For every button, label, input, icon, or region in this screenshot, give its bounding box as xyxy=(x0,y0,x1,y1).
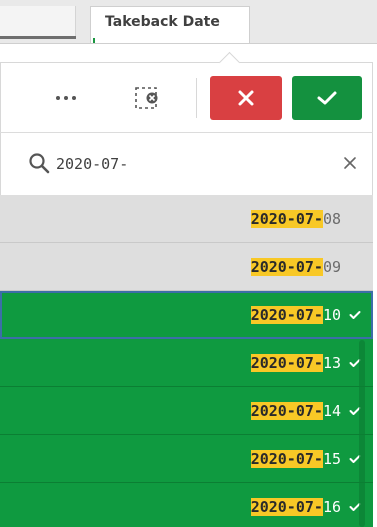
tab-takeback-date[interactable]: Takeback Date xyxy=(90,6,250,44)
list-item-text: 2020-07-09 xyxy=(250,256,341,278)
list-item-rest: 13 xyxy=(322,354,341,372)
clear-selections-button[interactable] xyxy=(126,78,170,118)
tab-strip-divider xyxy=(0,43,377,44)
list-item[interactable]: 2020-07-08 xyxy=(0,195,373,243)
more-horizontal-icon-dot xyxy=(72,96,76,100)
confirm-selection-button[interactable] xyxy=(292,76,362,120)
list-item-text: 2020-07-13 xyxy=(250,352,341,374)
search-bar xyxy=(0,133,373,195)
tab-previous-indicator xyxy=(0,36,76,39)
selection-toolbar xyxy=(0,70,373,126)
close-icon xyxy=(238,90,254,106)
selected-check-icon xyxy=(349,311,361,319)
list-item-rest: 16 xyxy=(322,498,341,516)
list-item-rest: 15 xyxy=(322,450,341,468)
search-match-highlight: 2020-07- xyxy=(250,498,323,516)
list-item-rest: 14 xyxy=(322,402,341,420)
search-match-highlight: 2020-07- xyxy=(250,402,323,420)
list-item-rest: 08 xyxy=(322,210,341,228)
cancel-selection-button[interactable] xyxy=(210,76,282,120)
list-item-text: 2020-07-15 xyxy=(250,448,341,470)
list-item[interactable]: 2020-07-16 xyxy=(0,483,373,527)
toolbar-separator xyxy=(196,78,197,118)
list-item[interactable]: 2020-07-15 xyxy=(0,435,373,483)
list-item[interactable]: 2020-07-09 xyxy=(0,243,373,291)
list-item-text: 2020-07-16 xyxy=(250,496,341,518)
search-match-highlight: 2020-07- xyxy=(250,450,323,468)
selection-popover-page: Takeback Date 2020-07- 2020-07-08 2020-0… xyxy=(0,0,377,527)
search-icon xyxy=(29,153,50,174)
list-item-rest: 10 xyxy=(322,306,341,324)
tab-strip: Takeback Date xyxy=(0,0,377,44)
search-match-highlight: 2020-07- xyxy=(250,210,323,228)
clear-selections-icon xyxy=(135,87,158,109)
tab-previous[interactable] xyxy=(0,6,76,39)
search-input[interactable] xyxy=(56,149,316,179)
list-item-text: 2020-07-14 xyxy=(250,400,341,422)
popover-top-border xyxy=(0,62,373,63)
more-options-button[interactable] xyxy=(44,78,88,118)
more-horizontal-icon xyxy=(56,96,60,100)
tab-label: Takeback Date xyxy=(105,14,220,30)
list-item[interactable]: 2020-07-14 xyxy=(0,387,373,435)
search-match-highlight: 2020-07- xyxy=(250,258,323,276)
clear-search-icon[interactable] xyxy=(340,153,360,173)
search-match-highlight: 2020-07- xyxy=(250,354,323,372)
value-list: 2020-07-08 2020-07-09 2020-07-10 2020-07… xyxy=(0,195,373,527)
search-match-highlight: 2020-07- xyxy=(250,306,323,324)
list-item[interactable]: 2020-07-13 xyxy=(0,339,373,387)
checkmark-icon xyxy=(317,91,337,105)
list-scrollbar[interactable] xyxy=(359,340,365,527)
list-item-text: 2020-07-10 xyxy=(250,304,341,326)
list-item-text: 2020-07-08 xyxy=(250,208,341,230)
list-item-rest: 09 xyxy=(322,258,341,276)
list-item[interactable]: 2020-07-10 xyxy=(0,291,373,339)
more-horizontal-icon-dot xyxy=(64,96,68,100)
